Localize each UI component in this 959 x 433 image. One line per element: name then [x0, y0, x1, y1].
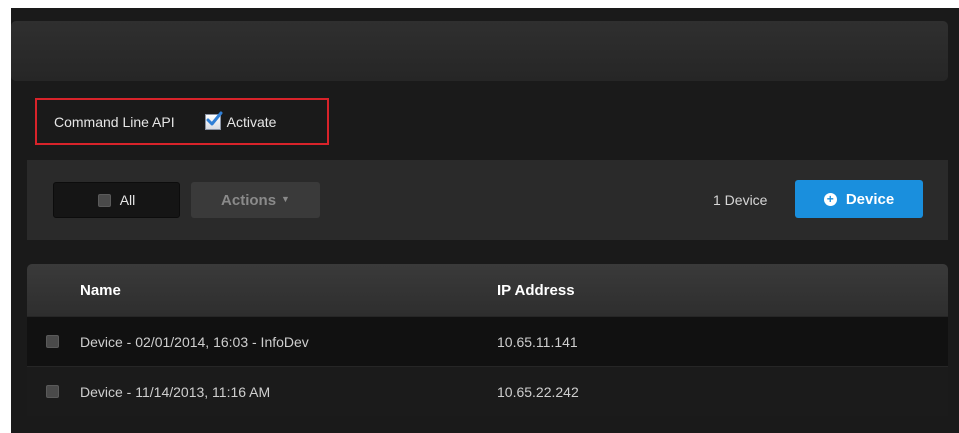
select-all-button[interactable]: All	[53, 182, 180, 218]
column-header-name[interactable]: Name	[80, 282, 121, 299]
row-checkbox[interactable]	[46, 385, 59, 398]
table-row[interactable]: Device - 02/01/2014, 16:03 - InfoDev 10.…	[27, 316, 948, 366]
caret-down-icon: ▼	[281, 194, 290, 204]
activate-label[interactable]: Activate	[227, 114, 277, 130]
table-row[interactable]: Device - 11/14/2013, 11:16 AM 10.65.22.2…	[27, 366, 948, 416]
device-ip: 10.65.11.141	[497, 334, 578, 350]
select-all-label: All	[119, 192, 136, 208]
checkmark-icon	[206, 111, 223, 125]
device-toolbar: All Actions ▼ 1 Device + Device	[27, 160, 948, 240]
device-ip: 10.65.22.242	[497, 384, 579, 400]
activate-checkbox[interactable]	[204, 111, 223, 130]
header-bar	[11, 21, 948, 81]
plus-circle-icon: +	[823, 192, 837, 206]
row-checkbox[interactable]	[46, 335, 59, 348]
actions-label: Actions	[221, 191, 277, 209]
app-window: Command Line API Activate All Actions ▼ …	[11, 8, 959, 433]
device-table: Name IP Address Device - 02/01/2014, 16:…	[27, 264, 948, 417]
add-device-button[interactable]: + Device	[795, 180, 923, 218]
column-header-ip-address[interactable]: IP Address	[497, 282, 575, 299]
add-device-label: Device	[845, 190, 895, 208]
checkbox-icon	[97, 193, 111, 207]
device-count: 1 Device	[713, 192, 768, 208]
device-name: Device - 02/01/2014, 16:03 - InfoDev	[80, 334, 309, 350]
actions-dropdown[interactable]: Actions ▼	[191, 182, 320, 218]
command-line-api-setting: Command Line API Activate	[35, 98, 329, 145]
command-line-api-label: Command Line API	[54, 113, 175, 130]
device-name: Device - 11/14/2013, 11:16 AM	[80, 384, 271, 400]
table-header: Name IP Address	[27, 264, 948, 316]
